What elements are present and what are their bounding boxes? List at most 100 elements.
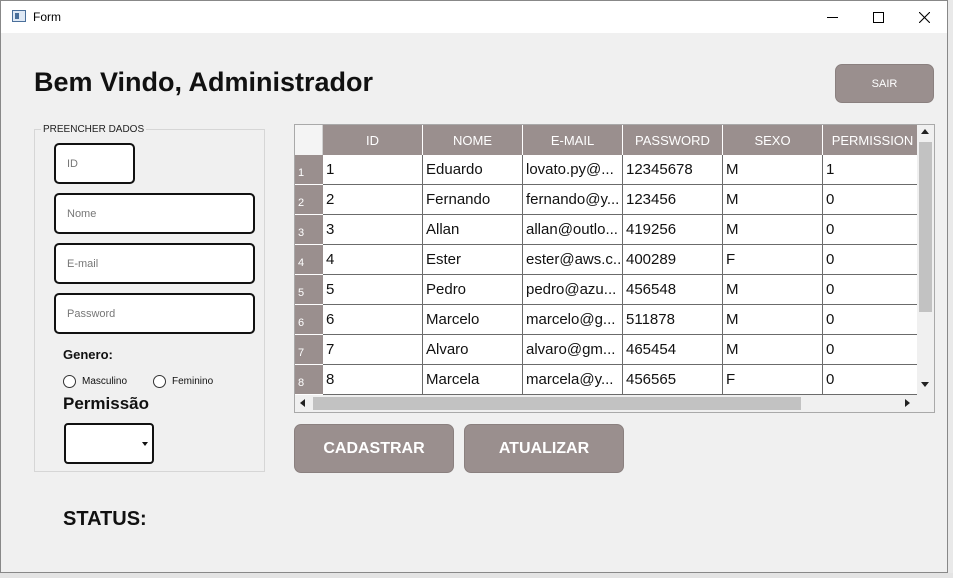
window-title: Form <box>33 10 61 24</box>
scroll-down-icon[interactable] <box>921 382 929 387</box>
radio-masculino[interactable]: Masculino <box>63 375 127 388</box>
row-header[interactable]: 2 <box>295 185 323 215</box>
password-input[interactable] <box>54 293 255 334</box>
table-cell[interactable]: 7 <box>323 335 423 365</box>
table-cell[interactable]: 1 <box>823 155 923 185</box>
window-edge <box>0 573 953 578</box>
horizontal-scrollbar[interactable] <box>295 395 917 412</box>
radio-feminino-label: Feminino <box>172 376 214 387</box>
table-cell[interactable]: lovato.py@... <box>523 155 623 185</box>
table-cell[interactable]: 2 <box>323 185 423 215</box>
window-edge <box>948 0 953 578</box>
table-cell[interactable]: 1 <box>323 155 423 185</box>
table-cell[interactable]: 0 <box>823 275 923 305</box>
table-cell[interactable]: F <box>723 365 823 395</box>
row-header[interactable]: 5 <box>295 275 323 305</box>
table-cell[interactable]: 456548 <box>623 275 723 305</box>
minimize-icon <box>826 16 838 18</box>
scroll-up-icon[interactable] <box>921 129 929 134</box>
table-cell[interactable]: 465454 <box>623 335 723 365</box>
table-cell[interactable]: M <box>723 185 823 215</box>
status-label: STATUS: <box>63 508 147 530</box>
table-cell[interactable]: Ester <box>423 245 523 275</box>
title-bar: Form <box>1 1 947 33</box>
column-header[interactable]: NOME <box>423 125 523 155</box>
close-icon <box>918 11 930 23</box>
table-cell[interactable]: 419256 <box>623 215 723 245</box>
table-cell[interactable]: M <box>723 335 823 365</box>
maximize-icon <box>872 11 884 23</box>
table-cell[interactable]: 6 <box>323 305 423 335</box>
email-input[interactable] <box>54 243 255 284</box>
scroll-corner <box>917 395 934 412</box>
scroll-left-icon[interactable] <box>300 399 305 407</box>
row-header[interactable]: 8 <box>295 365 323 395</box>
table-cell[interactable]: allan@outlo... <box>523 215 623 245</box>
table-cell[interactable]: 456565 <box>623 365 723 395</box>
table-cell[interactable]: 123456 <box>623 185 723 215</box>
table-cell[interactable]: Allan <box>423 215 523 245</box>
table-cell[interactable]: marcelo@g... <box>523 305 623 335</box>
table-cell[interactable]: M <box>723 215 823 245</box>
column-header[interactable]: PERMISSION <box>823 125 923 155</box>
genero-label: Genero: <box>63 347 113 362</box>
column-header[interactable]: PASSWORD <box>623 125 723 155</box>
table-cell[interactable]: 5 <box>323 275 423 305</box>
permissao-combobox[interactable] <box>64 423 154 464</box>
cadastrar-button[interactable]: CADASTRAR <box>294 424 454 473</box>
nome-input[interactable] <box>54 193 255 234</box>
table-cell[interactable]: 4 <box>323 245 423 275</box>
column-header[interactable]: SEXO <box>723 125 823 155</box>
table-cell[interactable]: 0 <box>823 185 923 215</box>
row-header[interactable]: 3 <box>295 215 323 245</box>
row-header[interactable]: 4 <box>295 245 323 275</box>
radio-masculino-label: Masculino <box>82 376 128 387</box>
users-table[interactable]: ID NOME E-MAIL PASSWORD SEXO PERMISSION 1 1 Edua… <box>294 124 935 413</box>
table-cell[interactable]: pedro@azu... <box>523 275 623 305</box>
table-cell[interactable]: 0 <box>823 305 923 335</box>
minimize-button[interactable] <box>809 1 855 33</box>
horizontal-scroll-thumb[interactable] <box>313 397 801 410</box>
vertical-scrollbar[interactable] <box>917 125 934 395</box>
table-cell[interactable]: Marcela <box>423 365 523 395</box>
radio-feminino[interactable]: Feminino <box>153 375 213 388</box>
row-header[interactable]: 1 <box>295 155 323 185</box>
table-cell[interactable]: Eduardo <box>423 155 523 185</box>
table-cell[interactable]: marcela@y... <box>523 365 623 395</box>
atualizar-button[interactable]: ATUALIZAR <box>464 424 624 473</box>
welcome-heading: Bem Vindo, Administrador <box>34 67 374 97</box>
form-window: Form Bem Vindo, Administrador SAIR PREEN… <box>0 0 948 573</box>
close-button[interactable] <box>901 1 947 33</box>
maximize-button[interactable] <box>855 1 901 33</box>
table-cell[interactable]: 3 <box>323 215 423 245</box>
table-cell[interactable]: 0 <box>823 245 923 275</box>
column-header[interactable]: ID <box>323 125 423 155</box>
row-header[interactable]: 6 <box>295 305 323 335</box>
table-cell[interactable]: 8 <box>323 365 423 395</box>
table-cell[interactable]: Alvaro <box>423 335 523 365</box>
table-cell[interactable]: 0 <box>823 365 923 395</box>
table-cell[interactable]: Pedro <box>423 275 523 305</box>
radio-button-icon <box>153 375 166 388</box>
vertical-scroll-thumb[interactable] <box>919 142 932 312</box>
table-cell[interactable]: M <box>723 155 823 185</box>
table-cell[interactable]: 0 <box>823 335 923 365</box>
table-cell[interactable]: ester@aws.c... <box>523 245 623 275</box>
table-cell[interactable]: Marcelo <box>423 305 523 335</box>
table-cell[interactable]: 12345678 <box>623 155 723 185</box>
table-cell[interactable]: alvaro@gm... <box>523 335 623 365</box>
scroll-right-icon[interactable] <box>905 399 910 407</box>
table-cell[interactable]: fernando@y... <box>523 185 623 215</box>
table-cell[interactable]: M <box>723 305 823 335</box>
table-cell[interactable]: 400289 <box>623 245 723 275</box>
column-header[interactable]: E-MAIL <box>523 125 623 155</box>
permissao-label: Permissão <box>63 394 149 413</box>
id-input[interactable] <box>54 143 135 184</box>
table-cell[interactable]: Fernando <box>423 185 523 215</box>
logout-button[interactable]: SAIR <box>835 64 934 103</box>
row-header[interactable]: 7 <box>295 335 323 365</box>
table-cell[interactable]: 511878 <box>623 305 723 335</box>
table-cell[interactable]: F <box>723 245 823 275</box>
table-cell[interactable]: 0 <box>823 215 923 245</box>
table-cell[interactable]: M <box>723 275 823 305</box>
